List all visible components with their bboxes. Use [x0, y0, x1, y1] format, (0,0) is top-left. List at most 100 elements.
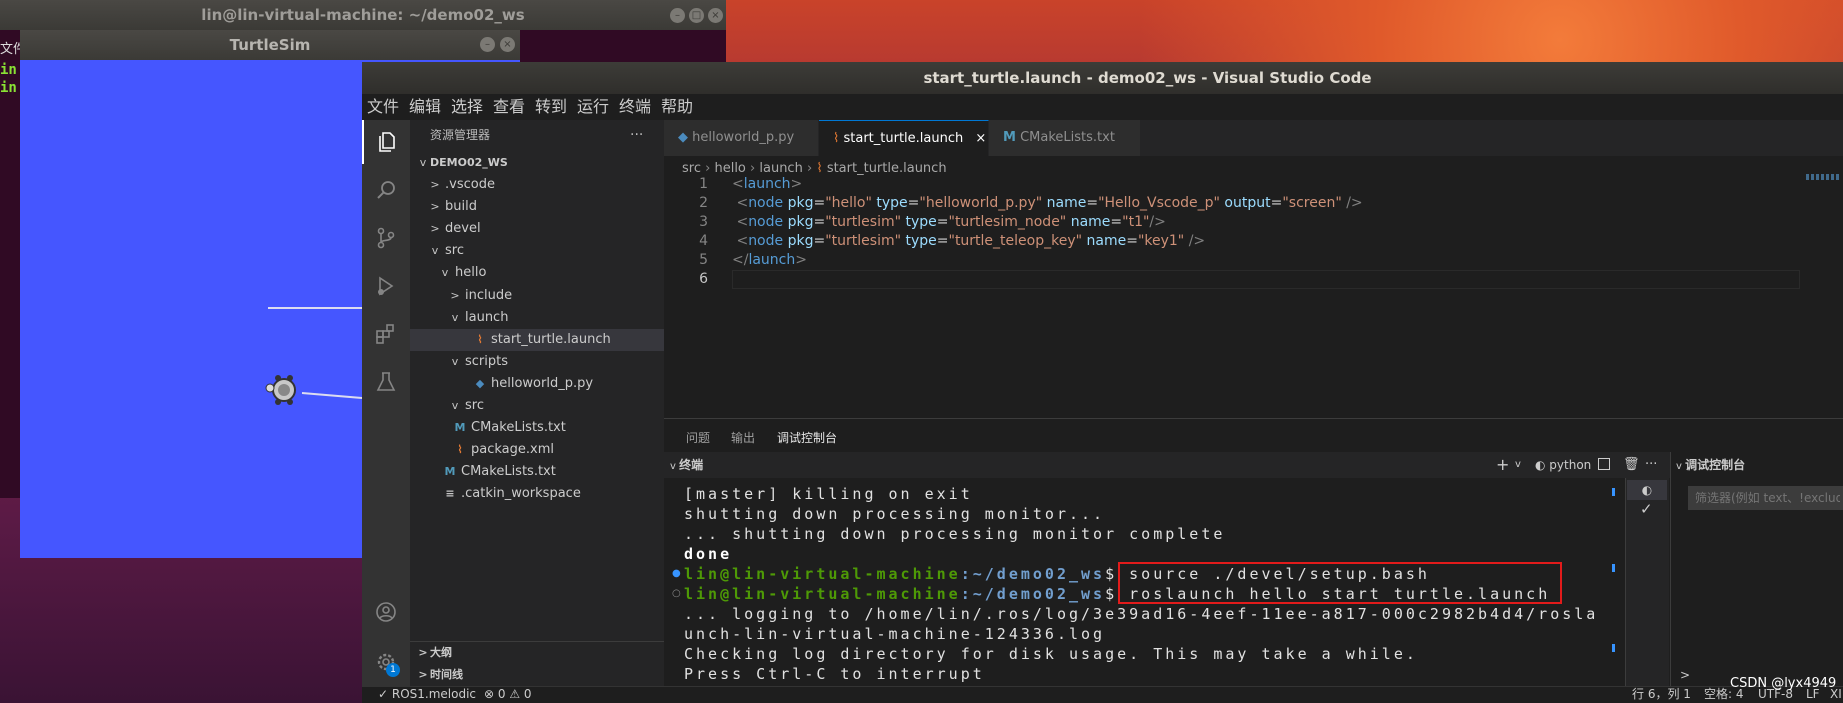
trash-icon[interactable]: 🗑: [1623, 452, 1640, 478]
cmake-icon: M: [454, 421, 466, 435]
close-icon[interactable]: ×: [708, 8, 723, 23]
tree-item[interactable]: v scripts: [410, 351, 664, 373]
code-line[interactable]: 2 <node pkg="hello" type="helloworld_p.p…: [664, 194, 1363, 213]
source-control-icon[interactable]: [362, 216, 410, 260]
tree-item-label: src: [465, 398, 484, 413]
turtlesim-title: TurtleSim: [229, 36, 311, 54]
menu-run[interactable]: 运行: [577, 94, 609, 120]
menu-edit[interactable]: 编辑: [409, 94, 441, 120]
status-position[interactable]: 行 6，列 1: [1632, 686, 1691, 703]
account-icon[interactable]: [362, 590, 410, 634]
tree-item-label: build: [445, 199, 477, 215]
code-token: name: [1086, 233, 1127, 249]
chevron-down-icon: v: [431, 244, 439, 258]
panel-tab-output[interactable]: 输出: [731, 424, 755, 452]
menu-terminal[interactable]: 终端: [619, 94, 651, 120]
tree-item[interactable]: v src: [410, 395, 664, 417]
code-token: =: [1110, 214, 1123, 230]
tab-close-icon[interactable]: ×: [975, 131, 986, 146]
tree-item[interactable]: ◆ helloworld_p.py: [410, 373, 664, 395]
minimize-icon[interactable]: –: [480, 37, 495, 52]
tree-item-label: .catkin_workspace: [461, 486, 581, 502]
chevron-down-icon[interactable]: v: [1515, 452, 1521, 478]
breadcrumb-item[interactable]: src: [682, 161, 701, 176]
menu-go[interactable]: 转到: [535, 94, 567, 120]
menu-help[interactable]: 帮助: [661, 94, 693, 120]
outline-section[interactable]: > 大纲: [410, 642, 664, 664]
tree-item[interactable]: v src: [410, 240, 664, 262]
tab-start-turtle-launch[interactable]: ⌇ start_turtle.launch ×: [819, 120, 989, 156]
files-icon[interactable]: [362, 120, 410, 164]
annotation-highlight-box: [1118, 562, 1562, 604]
testing-icon[interactable]: [362, 360, 410, 404]
code-token: =: [936, 214, 949, 230]
tree-item[interactable]: ≡ .catkin_workspace: [410, 483, 664, 505]
menu-selection[interactable]: 选择: [451, 94, 483, 120]
extensions-icon[interactable]: [362, 312, 410, 356]
more-icon[interactable]: ···: [1645, 452, 1657, 478]
breadcrumb-item[interactable]: launch: [759, 161, 802, 176]
chevron-down-icon: v: [451, 310, 459, 324]
tree-item[interactable]: > build: [410, 196, 664, 218]
debug-filter-input[interactable]: [1688, 486, 1843, 510]
timeline-section[interactable]: > 时间线: [410, 664, 664, 686]
close-icon[interactable]: ×: [500, 37, 515, 52]
tree-item[interactable]: > .vscode: [410, 174, 664, 196]
code-token: </: [732, 252, 749, 268]
timeline-label: 时间线: [430, 668, 463, 681]
code-line[interactable]: 5 </launch>: [664, 251, 807, 270]
menu-file[interactable]: 文件: [367, 94, 399, 120]
terminal-shell[interactable]: ◐ python: [1535, 452, 1591, 478]
tree-item[interactable]: v hello: [410, 262, 664, 284]
minimize-icon[interactable]: –: [670, 8, 685, 23]
code-line[interactable]: 3 <node pkg="turtlesim" type="turtlesim_…: [664, 213, 1166, 232]
check-icon[interactable]: ✓: [1640, 500, 1653, 518]
tree-item[interactable]: v launch: [410, 307, 664, 329]
breadcrumb-item[interactable]: start_turtle.launch: [827, 161, 947, 176]
split-terminal-icon[interactable]: [1598, 458, 1610, 470]
tab-cmakelists[interactable]: M CMakeLists.txt: [989, 120, 1141, 156]
maximize-icon[interactable]: □: [689, 8, 704, 23]
panel-tab-debug-console[interactable]: 调试控制台: [777, 424, 838, 453]
settings-gear-icon[interactable]: [362, 640, 410, 684]
code-token: launch: [743, 176, 791, 192]
tree-item[interactable]: M CMakeLists.txt: [410, 417, 664, 439]
current-line-highlight: [732, 270, 1800, 289]
code-line[interactable]: 6: [664, 270, 732, 289]
terminal-instance-python[interactable]: ◐: [1627, 480, 1667, 500]
debug-console-section[interactable]: v 调试控制台: [1676, 452, 1745, 480]
chevron-right-icon[interactable]: >: [1680, 668, 1690, 682]
status-bar: [362, 686, 1843, 703]
code-token: =: [813, 195, 826, 211]
tree-item-label: start_turtle.launch: [491, 331, 611, 347]
more-actions-icon[interactable]: ···: [630, 120, 643, 150]
tree-item[interactable]: M CMakeLists.txt: [410, 461, 664, 483]
run-debug-icon[interactable]: [362, 264, 410, 308]
code-token: =: [936, 233, 949, 249]
code-line[interactable]: 1 <launch>: [664, 175, 802, 194]
tree-item[interactable]: ⌇ package.xml: [410, 439, 664, 461]
minimap[interactable]: [1806, 174, 1840, 180]
menu-view[interactable]: 查看: [493, 94, 525, 120]
code-token: node: [748, 233, 784, 249]
tree-item[interactable]: ⌇ start_turtle.launch: [410, 328, 664, 351]
workspace-header[interactable]: v DEMO02_WS: [410, 152, 664, 174]
tree-item[interactable]: > include: [410, 285, 664, 307]
tab-helloworld-py[interactable]: ◆ helloworld_p.py: [664, 120, 819, 156]
panel-tab-problems[interactable]: 问题: [686, 424, 710, 452]
new-terminal-icon[interactable]: +: [1496, 452, 1509, 478]
chevron-right-icon: >: [430, 178, 440, 191]
status-problems[interactable]: ⊗ 0 ⚠ 0: [484, 686, 532, 703]
watermark: CSDN @lyx4949: [1730, 676, 1837, 691]
tree-item[interactable]: > devel: [410, 218, 664, 240]
explorer-title: 资源管理器: [430, 128, 491, 142]
tree-item-label: include: [465, 287, 513, 303]
search-icon[interactable]: [362, 168, 410, 212]
code-token: "screen": [1282, 195, 1342, 211]
status-branch[interactable]: ✓ ROS1.melodic: [378, 686, 476, 703]
terminal-section[interactable]: v 终端: [670, 452, 703, 480]
code-token: >: [795, 252, 807, 268]
terminal-scrollbar[interactable]: [1612, 482, 1615, 682]
breadcrumb-item[interactable]: hello: [714, 161, 745, 176]
code-line[interactable]: 4 <node pkg="turtlesim" type="turtle_tel…: [664, 232, 1205, 251]
